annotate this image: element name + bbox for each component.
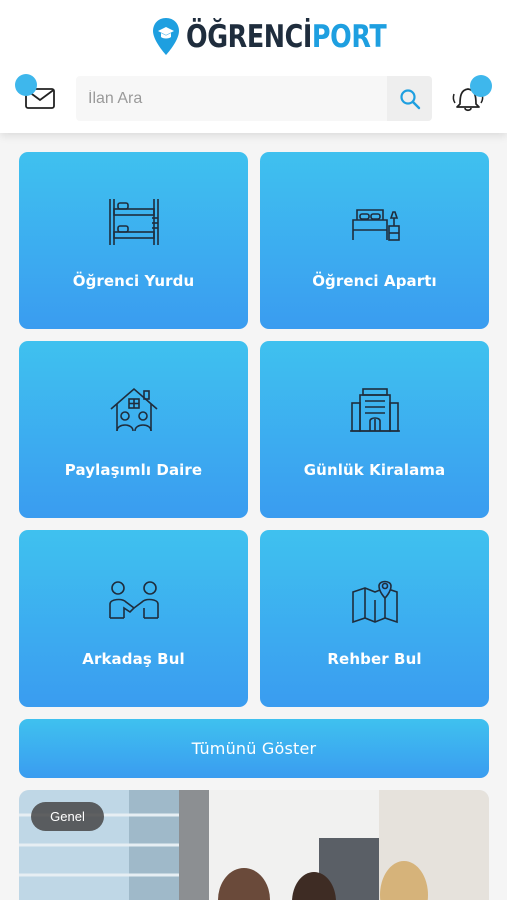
category-label: Arkadaş Bul [82, 650, 185, 668]
category-badge: Genel [31, 802, 104, 831]
category-tile-find-roommate[interactable]: Arkadaş Bul [19, 530, 248, 707]
logo-text-part1: ÖĞRENCİ [186, 19, 312, 55]
category-label: Öğrenci Yurdu [72, 272, 195, 290]
location-pin-logo-icon [153, 18, 179, 55]
category-tile-student-dorm[interactable]: Öğrenci Yurdu [19, 152, 248, 329]
category-tile-daily-rental[interactable]: Günlük Kiralama [260, 341, 489, 518]
logo-text-part2: PORT [311, 19, 387, 55]
notifications-dot [470, 75, 492, 97]
friends-icon [109, 581, 159, 619]
category-tile-find-guide[interactable]: Rehber Bul [260, 530, 489, 707]
messages-notification-dot [15, 74, 37, 96]
category-label: Günlük Kiralama [303, 461, 446, 479]
category-tile-student-apartment[interactable]: Öğrenci Apartı [260, 152, 489, 329]
search-input[interactable] [76, 76, 386, 121]
category-label: Paylaşımlı Daire [64, 461, 203, 479]
show-all-button[interactable]: Tümünü Göster [19, 719, 489, 778]
building-icon [350, 388, 400, 432]
shared-house-icon [110, 387, 158, 432]
logo-wordmark: ÖĞRENCİPORT [186, 19, 387, 55]
featured-listing-card[interactable]: Genel [19, 790, 489, 900]
bed-icon [352, 209, 400, 241]
map-pin-icon [352, 580, 398, 624]
category-label: Öğrenci Apartı [312, 272, 437, 290]
bunk-bed-icon [109, 199, 159, 245]
category-tile-shared-apartment[interactable]: Paylaşımlı Daire [19, 341, 248, 518]
search-icon [399, 88, 420, 109]
top-header: ÖĞRENCİPORT [0, 0, 507, 133]
app-logo[interactable]: ÖĞRENCİPORT [152, 16, 430, 58]
category-label: Rehber Bul [327, 650, 422, 668]
search-bar [76, 76, 432, 121]
search-button[interactable] [387, 76, 432, 121]
